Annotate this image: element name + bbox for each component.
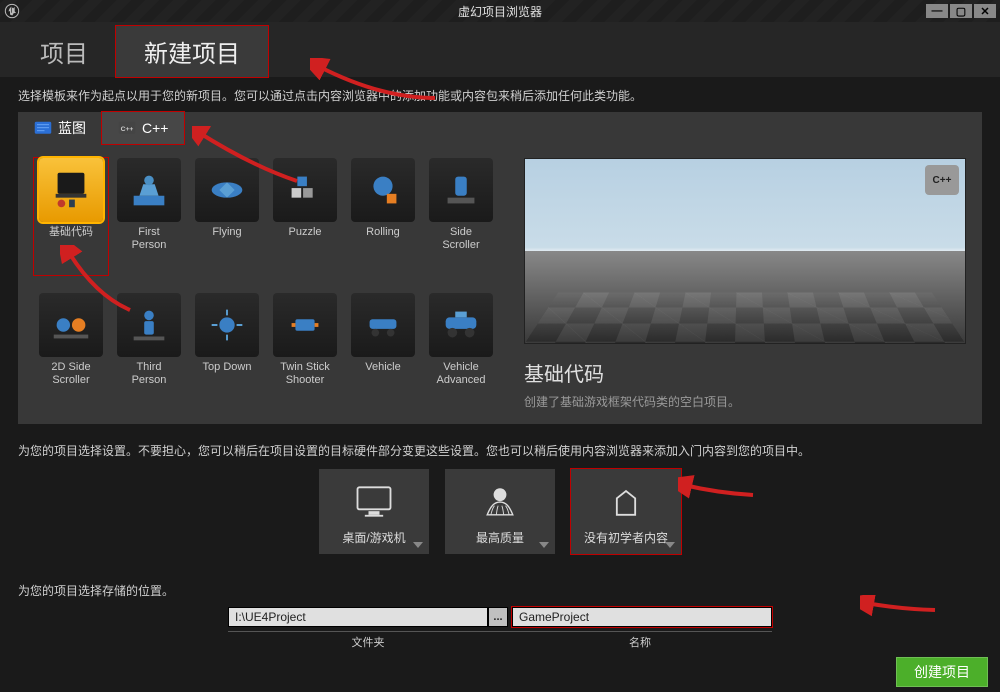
- preview-column: C++ 基础代码 创建了基础游戏框架代码类的空白项目。: [524, 158, 966, 410]
- tab-new-project[interactable]: 新建项目: [116, 26, 268, 77]
- browse-folder-button[interactable]: ...: [488, 607, 508, 627]
- preview-title: 基础代码: [524, 358, 966, 387]
- settings-row: 桌面/游戏机 最高质量 没有初学者内容: [0, 469, 1000, 554]
- location-intro: 为您的项目选择存储的位置。: [0, 554, 1000, 607]
- name-label: 名称: [508, 631, 772, 650]
- cpp-badge-icon: C++: [925, 165, 959, 195]
- quality-icon: [449, 479, 551, 525]
- template-2d-side-scroller[interactable]: 2D SideScroller: [34, 293, 108, 410]
- setting-starter-label: 没有初学者内容: [584, 529, 668, 546]
- subtab-cpp[interactable]: C++ C++: [102, 112, 184, 144]
- template-label: Flying: [212, 226, 241, 252]
- template-label: Top Down: [203, 361, 252, 387]
- subtab-cpp-label: C++: [142, 120, 168, 136]
- template-panel: 蓝图 C++ C++ 基础代码 FirstPerson Flying: [18, 112, 982, 424]
- setting-quality-label: 最高质量: [476, 529, 524, 546]
- template-third-person[interactable]: ThirdPerson: [112, 293, 186, 410]
- template-puzzle[interactable]: Puzzle: [268, 158, 342, 275]
- template-label: Twin StickShooter: [280, 361, 330, 387]
- create-project-button[interactable]: 创建项目: [896, 657, 988, 687]
- preview-image: C++: [524, 158, 966, 344]
- chevron-down-icon: [413, 542, 423, 548]
- close-button[interactable]: ✕: [974, 4, 996, 18]
- template-label: Vehicle: [365, 361, 400, 387]
- unreal-logo-icon: [4, 3, 20, 19]
- location-row: ... 文件夹 名称: [0, 607, 1000, 650]
- settings-intro: 为您的项目选择设置。不要担心，您可以稍后在项目设置的目标硬件部分变更这些设置。您…: [0, 424, 1000, 469]
- folder-label: 文件夹: [228, 631, 508, 650]
- minimize-button[interactable]: —: [926, 4, 948, 18]
- project-name-input[interactable]: [512, 607, 772, 627]
- subtab-blueprint[interactable]: 蓝图: [18, 112, 102, 144]
- template-label: VehicleAdvanced: [437, 361, 486, 387]
- cpp-icon: C++: [118, 121, 136, 135]
- template-label: ThirdPerson: [132, 361, 167, 387]
- intro-text: 选择模板来作为起点以用于您的新项目。您可以通过点击内容浏览器中的添加功能或内容包…: [0, 77, 1000, 112]
- template-basic-code[interactable]: 基础代码: [34, 158, 108, 275]
- template-twin-stick-shooter[interactable]: Twin StickShooter: [268, 293, 342, 410]
- chevron-down-icon: [539, 542, 549, 548]
- setting-hardware[interactable]: 桌面/游戏机: [319, 469, 429, 554]
- tab-projects[interactable]: 项目: [12, 26, 116, 77]
- blueprint-icon: [34, 121, 52, 135]
- chevron-down-icon: [665, 542, 675, 548]
- top-tabs: 项目 新建项目: [0, 22, 1000, 77]
- template-top-down[interactable]: Top Down: [190, 293, 264, 410]
- preview-description: 创建了基础游戏框架代码类的空白项目。: [524, 393, 966, 410]
- svg-text:C++: C++: [121, 126, 134, 133]
- template-vehicle-advanced[interactable]: VehicleAdvanced: [424, 293, 498, 410]
- template-grid: 基础代码 FirstPerson Flying Puzzle Rolling S…: [34, 158, 498, 410]
- folder-path-input[interactable]: [228, 607, 488, 627]
- template-label: Rolling: [366, 226, 400, 252]
- template-flying[interactable]: Flying: [190, 158, 264, 275]
- title-bar: 虚幻项目浏览器 — ▢ ✕: [0, 0, 1000, 22]
- window-title: 虚幻项目浏览器: [458, 3, 542, 20]
- setting-hardware-label: 桌面/游戏机: [342, 529, 405, 546]
- bottom-bar: 创建项目: [0, 652, 1000, 692]
- monitor-icon: [323, 479, 425, 525]
- setting-quality[interactable]: 最高质量: [445, 469, 555, 554]
- template-label: Puzzle: [288, 226, 321, 252]
- template-first-person[interactable]: FirstPerson: [112, 158, 186, 275]
- subtab-blueprint-label: 蓝图: [58, 118, 86, 138]
- maximize-button[interactable]: ▢: [950, 4, 972, 18]
- template-label: SideScroller: [442, 226, 479, 252]
- template-label: 2D SideScroller: [51, 361, 90, 387]
- template-label: 基础代码: [49, 226, 93, 252]
- no-starter-icon: [575, 479, 677, 525]
- template-vehicle[interactable]: Vehicle: [346, 293, 420, 410]
- template-side-scroller[interactable]: SideScroller: [424, 158, 498, 275]
- setting-starter-content[interactable]: 没有初学者内容: [571, 469, 681, 554]
- template-label: FirstPerson: [132, 226, 167, 252]
- template-rolling[interactable]: Rolling: [346, 158, 420, 275]
